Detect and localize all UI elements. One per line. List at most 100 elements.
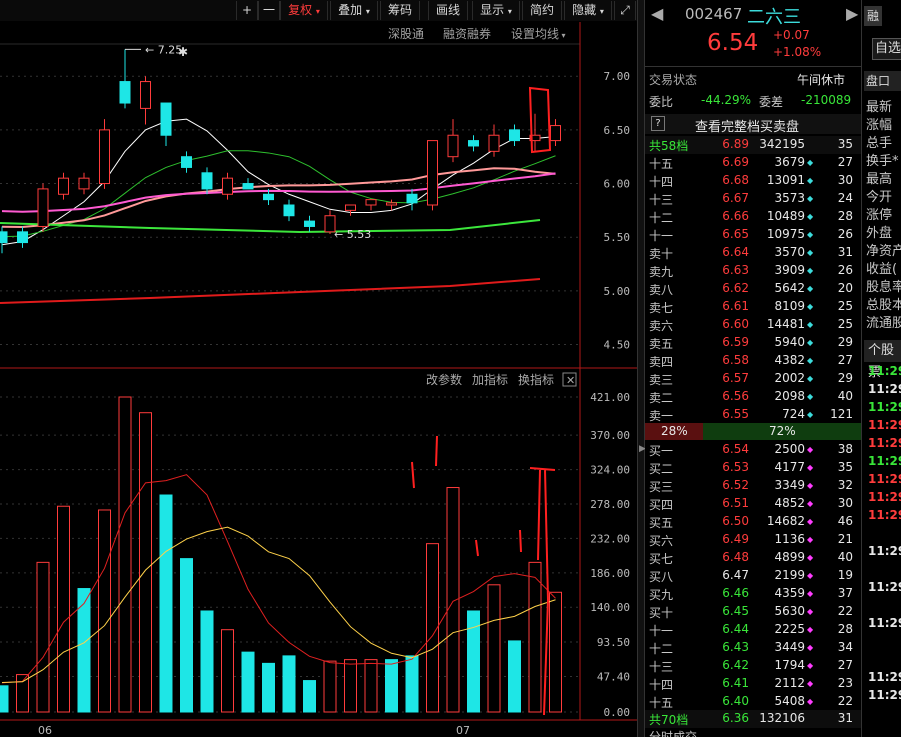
bid-row[interactable]: 十二 6.43 3449 ◆ 34 (645, 639, 861, 657)
ask-count: 29 (837, 335, 853, 349)
bid-row[interactable]: 买二 6.53 4177 ◆ 35 (645, 459, 861, 477)
bid-row[interactable]: 十一 6.44 2225 ◆ 28 (645, 621, 861, 639)
bid-price: 6.45 (722, 604, 749, 618)
bid-row[interactable]: 买十 6.45 5630 ◆ 22 (645, 603, 861, 621)
volume-tick-label: 186.00 (590, 567, 630, 580)
bid-row[interactable]: 买七 6.48 4899 ◆ 40 (645, 549, 861, 567)
vol-toolbar-jia[interactable]: 加指标 (472, 372, 508, 387)
pankou-item: 总手 (866, 136, 893, 151)
trade-ticks-tab[interactable]: 分时成交 (649, 728, 697, 737)
ask-row[interactable]: 卖八 6.62 5642 ◆ 20 (645, 280, 861, 298)
bid-price: 6.48 (722, 550, 749, 564)
close-icon[interactable]: ✕ (566, 374, 575, 387)
bid-level-label: 买七 (649, 552, 674, 566)
diamond-icon: ◆ (807, 284, 814, 293)
bid-row[interactable]: 十三 6.42 1794 ◆ 27 (645, 657, 861, 675)
ask-row[interactable]: 卖十 6.64 3570 ◆ 31 (645, 244, 861, 262)
candle-body (37, 188, 49, 227)
ask-count: 31 (837, 245, 853, 259)
ask-price: 6.69 (722, 155, 749, 169)
ask-count: 20 (837, 281, 853, 295)
tab-pankou[interactable]: 盘口 (864, 71, 901, 91)
candle-body (386, 202, 397, 206)
candle-body (406, 193, 418, 204)
ask-row[interactable]: 十一 6.65 10975 ◆ 26 (645, 226, 861, 244)
bid-row[interactable]: 买五 6.50 14682 ◆ 46 (645, 513, 861, 531)
ask-row[interactable]: 十四 6.68 13091 ◆ 30 (645, 172, 861, 190)
ask-row[interactable]: 卖九 6.63 3909 ◆ 26 (645, 262, 861, 280)
yincang-dropdown[interactable]: 隐藏 ▾ (564, 1, 612, 20)
rongzi-link[interactable]: 融资融券 (443, 25, 491, 42)
diamond-icon: ◆ (807, 374, 814, 383)
panel-splitter[interactable]: ▶ (637, 0, 646, 737)
zoom-in-button[interactable]: + (236, 1, 258, 20)
volume-bar (344, 659, 357, 713)
ask-row[interactable]: 十五 6.69 3679 ◆ 27 (645, 154, 861, 172)
kline-chart[interactable]: 7.00 6.50 6.00 5.50 5.00 4.50 421.00 370.00 324.… (0, 0, 637, 737)
ask-total-label: 共58档 (649, 139, 689, 153)
ask-level-label: 卖一 (649, 409, 674, 423)
ask-level-label: 卖十 (649, 247, 674, 261)
diamond-icon: ◆ (807, 176, 814, 185)
ask-row[interactable]: 卖七 6.61 8109 ◆ 25 (645, 298, 861, 316)
ask-volume: 2098 (774, 389, 805, 403)
bid-row[interactable]: 十四 6.41 2112 ◆ 23 (645, 675, 861, 693)
bid-price: 6.47 (722, 568, 749, 582)
tab-gegu[interactable]: 个股票 (864, 340, 901, 380)
ask-price: 6.55 (722, 407, 749, 421)
bid-row[interactable]: 买六 6.49 1136 ◆ 21 (645, 531, 861, 549)
vol-toolbar-huan[interactable]: 换指标 (518, 372, 554, 387)
huaxian-button[interactable]: 画线 (428, 1, 468, 20)
bid-row[interactable]: 十五 6.40 5408 ◆ 22 (645, 693, 861, 711)
xianshi-dropdown[interactable]: 显示 ▾ (472, 1, 520, 20)
bid-volume: 14682 (766, 514, 805, 528)
help-icon[interactable]: ? (651, 116, 665, 131)
prev-stock-icon[interactable]: ◀ (651, 4, 663, 23)
fullscreen-icon[interactable]: ⤢ (614, 1, 636, 20)
price-change: +0.07 (773, 28, 810, 42)
volume-bar (241, 651, 255, 713)
jianyue-button[interactable]: 简约 (522, 1, 562, 20)
ask-price: 6.66 (722, 209, 749, 223)
ask-price: 6.56 (722, 389, 749, 403)
weibi-label: 委比 (649, 95, 674, 109)
candle-body (304, 220, 315, 227)
bid-count: 35 (837, 460, 853, 474)
vol-toolbar-gai[interactable]: 改参数 (426, 372, 462, 387)
ask-row[interactable]: 卖三 6.57 2002 ◆ 29 (645, 370, 861, 388)
stock-code: 002467 (685, 5, 743, 23)
set-ma-link[interactable]: 设置均线 ▾ (511, 25, 566, 42)
next-stock-icon[interactable]: ▶ (846, 4, 858, 23)
ask-row[interactable]: 卖一 6.55 724 ◆ 121 (645, 406, 861, 424)
set-ma-label: 设置均线 (511, 27, 560, 41)
ask-row[interactable]: 卖四 6.58 4382 ◆ 27 (645, 352, 861, 370)
rong-button[interactable]: 融 (864, 6, 882, 26)
volume-tick-label: 421.00 (590, 391, 630, 404)
fuquan-dropdown[interactable]: 复权 ▾ (280, 1, 328, 20)
ask-row[interactable]: 卖六 6.60 14481 ◆ 25 (645, 316, 861, 334)
ask-volume: 2002 (774, 371, 805, 385)
bid-volume: 1794 (774, 658, 805, 672)
volume-bar (323, 660, 337, 713)
ask-row[interactable]: 卖二 6.56 2098 ◆ 40 (645, 388, 861, 406)
diejia-dropdown[interactable]: 叠加 ▾ (330, 1, 378, 20)
ask-row[interactable]: 十三 6.67 3573 ◆ 24 (645, 190, 861, 208)
add-watchlist-button[interactable]: 自选 (872, 38, 901, 60)
bid-row[interactable]: 买三 6.52 3349 ◆ 32 (645, 477, 861, 495)
bid-row[interactable]: 买九 6.46 4359 ◆ 37 (645, 585, 861, 603)
shengutong-link[interactable]: 深股通 (388, 25, 424, 42)
bid-price: 6.53 (722, 460, 749, 474)
ask-row[interactable]: 卖五 6.59 5940 ◆ 29 (645, 334, 861, 352)
zoom-out-button[interactable]: 一 (258, 1, 280, 20)
pankou-item: 流通股 (866, 316, 901, 331)
bid-level-label: 买十 (649, 606, 674, 620)
diamond-icon: ◆ (807, 463, 814, 472)
ask-row[interactable]: 十二 6.66 10489 ◆ 28 (645, 208, 861, 226)
bid-row[interactable]: 买八 6.47 2199 ◆ 19 (645, 567, 861, 585)
chouma-button[interactable]: 筹码 (380, 1, 420, 20)
diamond-icon: ◆ (807, 517, 814, 526)
diamond-icon: ◆ (807, 481, 814, 490)
full-book-button[interactable]: 查看完整档买卖盘 (695, 116, 799, 135)
bid-row[interactable]: 买四 6.51 4852 ◆ 30 (645, 495, 861, 513)
bid-row[interactable]: 买一 6.54 2500 ◆ 38 (645, 441, 861, 459)
